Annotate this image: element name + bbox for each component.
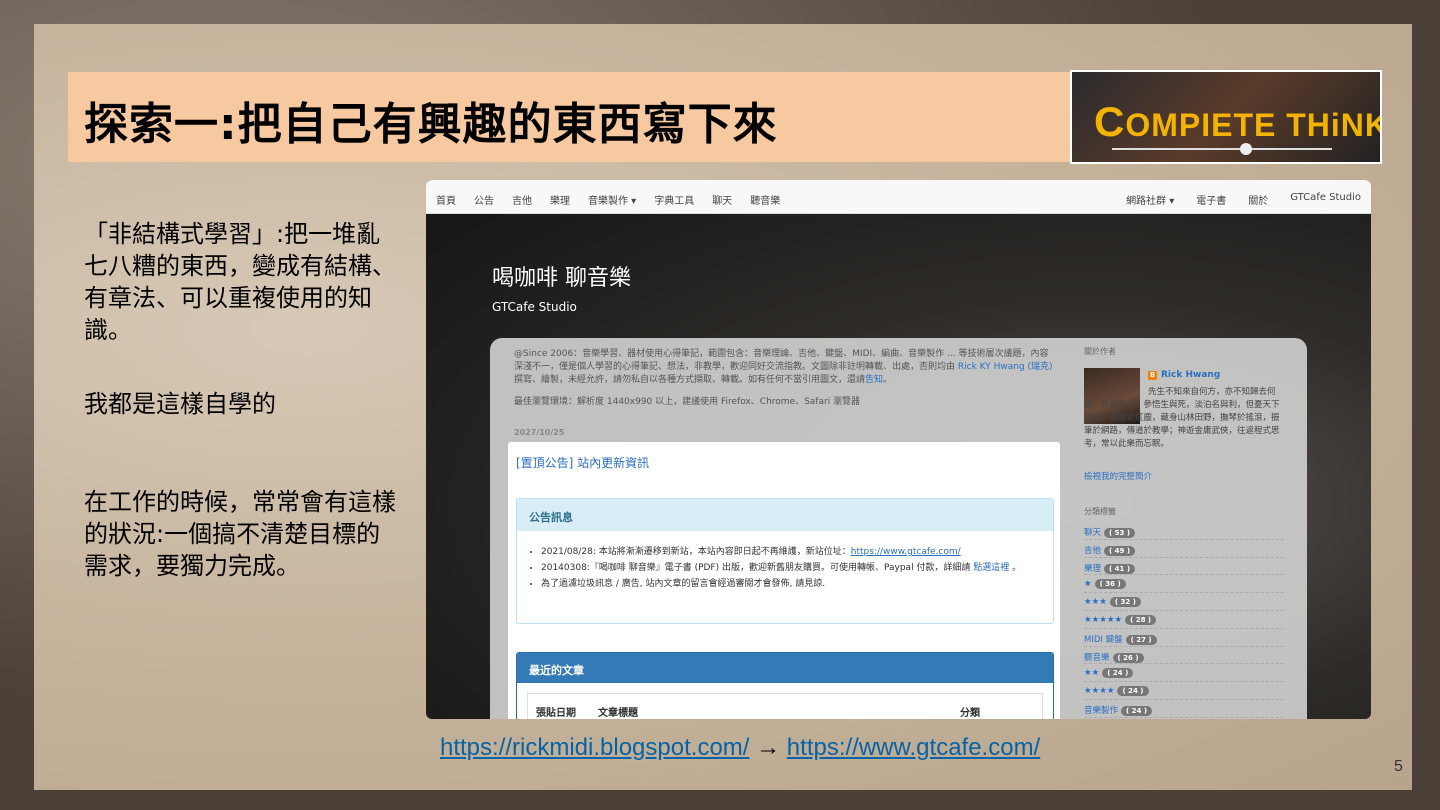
label-count-badge: ( 26 ) [1112, 652, 1144, 663]
pinned-post-title[interactable]: [置頂公告] 站內更新資訊 [516, 454, 649, 471]
post-date: 2027/10/25 [514, 428, 565, 437]
nav-item[interactable]: 吉他 [512, 192, 532, 207]
website-screenshot: 首頁 公告 吉他 樂理 音樂製作 ▾ 字典工具 聊天 聽音樂 網路社群 ▾ 電子書 關於 GTCaf… [426, 180, 1371, 719]
recent-posts-table-header: 張貼日期 文章標題 分類 [527, 693, 1043, 719]
author-name[interactable]: Rick Hwang [1148, 370, 1220, 380]
nav-item[interactable]: 聽音樂 [750, 192, 780, 207]
site-title: 喝咖啡 聊音樂 [492, 266, 631, 291]
nav-item[interactable]: 公告 [474, 192, 494, 207]
label-name: 聽音樂 [1084, 652, 1110, 663]
label-count-badge: ( 24 ) [1121, 705, 1153, 716]
nav-item[interactable]: 電子書 [1196, 192, 1226, 207]
announcement-item: 20140308:『喝咖啡 聊音樂』電子書 (PDF) 出版，歡迎新舊朋友購買。… [541, 561, 1053, 575]
label-count-badge: ( 27 ) [1125, 634, 1157, 645]
label-count-badge: ( 28 ) [1125, 614, 1157, 625]
announcement-box: 公告訊息 2021/08/28: 本站將漸漸遷移到新站，本站內容即日起不再維護，… [516, 498, 1054, 624]
announcement-item: 2021/08/28: 本站將漸漸遷移到新站，本站內容即日起不再維護，新站位址：… [541, 545, 1053, 559]
label-item[interactable]: ★★★( 32 ) [1084, 593, 1284, 611]
column-date: 張貼日期 [536, 708, 576, 719]
browser-note: 最佳瀏覽環境：解析度 1440x990 以上，建議使用 Firefox、Chro… [514, 397, 861, 407]
recent-posts-header: 最近的文章 [517, 653, 1053, 683]
label-item[interactable]: ★★( 24 ) [1084, 664, 1284, 683]
paragraph-unstructured-learning: 「非結構式學習」:把一堆亂七八糟的東西，變成有結構、有章法、可以重複使用的知識。 [84, 220, 396, 344]
new-site-link-footer[interactable]: https://www.gtcafe.com/ [787, 734, 1040, 761]
full-profile-link[interactable]: 檢視我的完整簡介 [1084, 470, 1152, 482]
label-count-badge: ( 36 ) [1094, 579, 1126, 590]
label-count-badge: ( 41 ) [1104, 563, 1136, 574]
url-line: https://rickmidi.blogspot.com/ → https:/… [440, 734, 1040, 762]
paragraph-work-situation: 在工作的時候，常常會有這樣的狀況:一個搞不清楚目標的需求，要獨力完成。 [84, 488, 396, 580]
site-navbar: 首頁 公告 吉他 樂理 音樂製作 ▾ 字典工具 聊天 聽音樂 網路社群 ▾ 電子書 關於 GTCaf… [426, 180, 1371, 214]
logo-dot [1240, 143, 1252, 155]
label-name: 吉他 [1084, 545, 1102, 556]
label-name: 聊天 [1084, 528, 1102, 538]
label-item[interactable]: 吉他( 49 ) [1084, 540, 1284, 558]
post-card: [置頂公告] 站內更新資訊 公告訊息 2021/08/28: 本站將漸漸遷移到新… [508, 442, 1060, 719]
author-bio: 先生不知來自何方，亦不知歸去何處，年過而立，參悟生與死，淡泊名與利，但憂天下蒼生… [1084, 387, 1280, 449]
column-category: 分類 [960, 708, 980, 719]
labels-heading: 分類標籤 [1084, 507, 1116, 516]
label-name: 音樂製作 [1084, 705, 1119, 716]
recent-posts-box: 最近的文章 張貼日期 文章標題 分類 [516, 652, 1054, 719]
nav-item[interactable]: 關於 [1248, 192, 1268, 207]
arrow: → [749, 734, 787, 761]
label-item[interactable]: ★( 36 ) [1084, 575, 1284, 594]
label-item[interactable]: ★★★★( 24 ) [1084, 682, 1284, 700]
page-number: 5 [1394, 758, 1403, 775]
logo-wordmark: COMPIETE THiNK [1094, 98, 1382, 145]
label-count-badge: ( 53 ) [1104, 528, 1136, 538]
label-item[interactable]: 聊天( 53 ) [1084, 522, 1284, 540]
nav-item[interactable]: 首頁 [436, 192, 456, 207]
content-panel: @Since 2006：音樂學習、器材使用心得筆記，範圍包含：音樂理論、吉他、鍵… [490, 338, 1307, 719]
author-heading: 關於作者 [1084, 347, 1116, 356]
label-name: MIDI 鍵盤 [1084, 634, 1123, 645]
author-link[interactable]: Rick KY Hwang (瑞克) [958, 362, 1053, 372]
label-item[interactable]: 音樂製作( 24 ) [1084, 700, 1284, 718]
nav-item[interactable]: 網路社群 ▾ [1126, 192, 1174, 207]
announcement-header: 公告訊息 [517, 499, 1053, 531]
label-name: 樂理 [1084, 563, 1102, 574]
logo-underline [1112, 148, 1332, 150]
label-count-badge: ( 49 ) [1104, 545, 1136, 556]
compiete-think-logo: COMPIETE THiNK [1070, 70, 1382, 164]
label-name: ★★ [1084, 668, 1100, 679]
labels-list: 聊天( 53 ) 吉他( 49 ) 樂理( 41 ) ★( 36 ) ★★★( 32 )… [1084, 522, 1284, 718]
label-count-badge: ( 32 ) [1109, 597, 1141, 608]
nav-item[interactable]: 樂理 [550, 192, 570, 207]
label-item[interactable]: ★★★★★( 28 ) [1084, 611, 1284, 629]
sidebar: 關於作者 Rick Hwang 先生不知來自何方，亦不知歸去何處，年過而立，參悟… [1084, 346, 1294, 718]
label-item[interactable]: MIDI 鍵盤( 27 ) [1084, 629, 1284, 647]
announcement-list: 2021/08/28: 本站將漸漸遷移到新站，本站內容即日起不再維護，新站位址：… [517, 531, 1053, 591]
nav-left-group: 首頁 公告 吉他 樂理 音樂製作 ▾ 字典工具 聊天 聽音樂 [436, 192, 798, 207]
column-title: 文章標題 [598, 708, 638, 719]
paragraph-self-learning: 我都是這樣自學的 [84, 390, 276, 418]
new-site-link[interactable]: https://www.gtcafe.com/ [851, 547, 961, 557]
slide-title: 探索一:把自己有興趣的東西寫下來 [84, 99, 778, 150]
site-intro: @Since 2006：音樂學習、器材使用心得筆記，範圍包含：音樂理論、吉他、鍵… [514, 349, 1053, 385]
nav-right-group: 網路社群 ▾ 電子書 關於 GTCafe Studio [1104, 192, 1361, 207]
nav-item[interactable]: 字典工具 [654, 192, 694, 207]
ebook-link[interactable]: 點選這裡 [973, 563, 1009, 573]
label-count-badge: ( 24 ) [1117, 686, 1149, 697]
label-name: ★★★ [1084, 597, 1107, 608]
label-item[interactable]: 聽音樂( 26 ) [1084, 647, 1284, 665]
label-name: ★★★★ [1084, 686, 1115, 697]
site-subtitle: GTCafe Studio [492, 300, 577, 314]
old-blog-link[interactable]: https://rickmidi.blogspot.com/ [440, 734, 749, 761]
nav-item[interactable]: 聊天 [712, 192, 732, 207]
announcement-item: 為了過濾垃圾訊息 / 廣告, 站內文章的留言會經過審閱才會發佈, 請見諒. [541, 577, 1053, 591]
label-item[interactable]: 樂理( 41 ) [1084, 558, 1284, 576]
notify-link[interactable]: 告知 [865, 375, 883, 385]
nav-item[interactable]: 音樂製作 ▾ [588, 192, 636, 207]
label-count-badge: ( 24 ) [1102, 668, 1134, 679]
label-name: ★★★★★ [1084, 614, 1123, 625]
nav-item[interactable]: GTCafe Studio [1290, 192, 1361, 207]
label-name: ★ [1084, 579, 1092, 590]
